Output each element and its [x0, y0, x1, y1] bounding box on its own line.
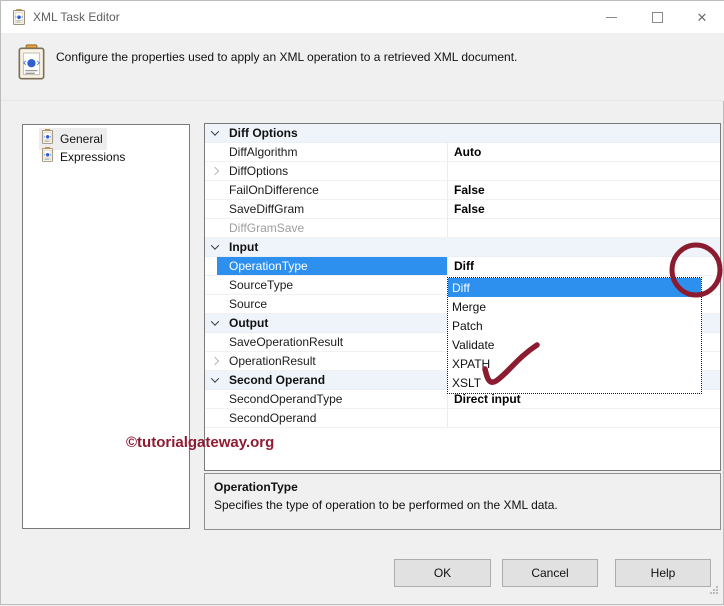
grid-row-diff-options[interactable]: Diff Options	[205, 124, 720, 143]
property-label: SecondOperand	[229, 411, 317, 425]
property-label: Diff Options	[229, 126, 298, 140]
help-button[interactable]: Help	[615, 559, 711, 587]
property-value	[447, 219, 720, 237]
property-value	[447, 409, 720, 427]
property-value-text: Auto	[454, 145, 482, 159]
row-gutter	[205, 276, 225, 294]
tree-item-label: Expressions	[60, 150, 126, 164]
tree-item-label: General	[60, 132, 103, 146]
maximize-button[interactable]	[644, 5, 670, 29]
property-value: False	[447, 181, 720, 199]
window-title: XML Task Editor	[33, 10, 120, 24]
grid-row-diffalgorithm[interactable]: DiffAlgorithm Auto	[205, 143, 720, 162]
row-gutter	[205, 333, 225, 351]
ok-button[interactable]: OK	[394, 559, 491, 587]
property-label: SaveDiffGram	[229, 202, 305, 216]
row-gutter	[205, 200, 225, 218]
dropdown-option-xslt[interactable]: XSLT	[448, 373, 701, 392]
header-strip: Configure the properties used to apply a…	[1, 33, 724, 101]
close-button[interactable]: ✕	[689, 5, 715, 29]
property-label: SourceType	[229, 278, 294, 292]
pages-tree: General Expressions	[22, 124, 190, 529]
page-icon	[40, 146, 55, 167]
grid-row-input[interactable]: Input	[205, 238, 720, 257]
property-value-text: False	[454, 202, 485, 216]
dropdown-option-validate[interactable]: Validate	[448, 335, 701, 354]
property-label: FailOnDifference	[229, 183, 319, 197]
dropdown-option-merge[interactable]: Merge	[448, 297, 701, 316]
title-bar: XML Task Editor ✕	[1, 1, 724, 33]
property-label: DiffGramSave	[229, 221, 305, 235]
property-value-text: Direct input	[454, 392, 521, 406]
property-value: False	[447, 200, 720, 218]
property-label: Second Operand	[229, 373, 326, 387]
collapse-chevron-icon[interactable]	[205, 371, 225, 389]
help-property-name: OperationType	[214, 480, 298, 494]
maximize-icon	[651, 11, 663, 23]
property-label: DiffAlgorithm	[229, 145, 298, 159]
property-label: SecondOperandType	[229, 392, 343, 406]
watermark-text: ©tutorialgateway.org	[126, 434, 275, 451]
row-gutter	[205, 390, 225, 408]
row-gutter	[205, 219, 225, 237]
expand-chevron-icon[interactable]	[205, 352, 225, 370]
grid-row-secondoperand[interactable]: SecondOperand	[205, 409, 720, 428]
minimize-icon	[605, 16, 617, 18]
property-label: OperationType	[229, 259, 308, 273]
row-gutter	[205, 143, 225, 161]
tree-item-content: Expressions	[39, 146, 129, 168]
collapse-chevron-icon[interactable]	[205, 314, 225, 332]
property-label: Output	[229, 316, 269, 330]
property-value	[447, 162, 720, 180]
dropdown-option-xpath[interactable]: XPATH	[448, 354, 701, 373]
help-property-description: Specifies the type of operation to be pe…	[214, 498, 558, 512]
property-label: DiffOptions	[229, 164, 289, 178]
property-value	[447, 238, 720, 256]
dropdown-option-diff[interactable]: Diff	[448, 278, 701, 297]
row-gutter	[205, 181, 225, 199]
dropdown-option-patch[interactable]: Patch	[448, 316, 701, 335]
property-value-text: False	[454, 183, 485, 197]
expand-chevron-icon[interactable]	[205, 162, 225, 180]
collapse-chevron-icon[interactable]	[205, 124, 225, 142]
property-value: Diff	[447, 257, 720, 275]
grid-row-diffgramsave[interactable]: DiffGramSave	[205, 219, 720, 238]
property-label: Input	[229, 240, 259, 254]
operation-type-dropdown-list: Diff Merge Patch Validate XPATH XSLT	[447, 277, 702, 394]
property-value-text: Diff	[454, 259, 474, 273]
close-icon: ✕	[696, 9, 708, 25]
property-label: OperationResult	[229, 354, 316, 368]
row-gutter	[205, 295, 225, 313]
property-help-panel: OperationType Specifies the type of oper…	[204, 473, 721, 530]
property-value: Auto	[447, 143, 720, 161]
xml-task-icon	[18, 44, 45, 86]
dialog-description: Configure the properties used to apply a…	[56, 50, 518, 64]
xml-task-editor-window: { "window": { "title": "XML Task Editor"…	[0, 0, 724, 605]
app-icon	[11, 8, 27, 30]
sidebar-item-expressions[interactable]: Expressions	[23, 146, 189, 168]
resize-grip[interactable]	[709, 582, 719, 600]
cancel-button[interactable]: Cancel	[502, 559, 598, 587]
row-gutter	[205, 409, 225, 427]
minimize-button[interactable]	[598, 5, 624, 29]
grid-row-diffoptions[interactable]: DiffOptions	[205, 162, 720, 181]
grid-row-operationtype[interactable]: OperationType Diff	[205, 257, 720, 276]
property-label: SaveOperationResult	[229, 335, 344, 349]
grid-row-savediffgram[interactable]: SaveDiffGram False	[205, 200, 720, 219]
property-label: Source	[229, 297, 268, 311]
property-value	[447, 124, 720, 142]
grid-row-failondifference[interactable]: FailOnDifference False	[205, 181, 720, 200]
collapse-chevron-icon[interactable]	[205, 238, 225, 256]
